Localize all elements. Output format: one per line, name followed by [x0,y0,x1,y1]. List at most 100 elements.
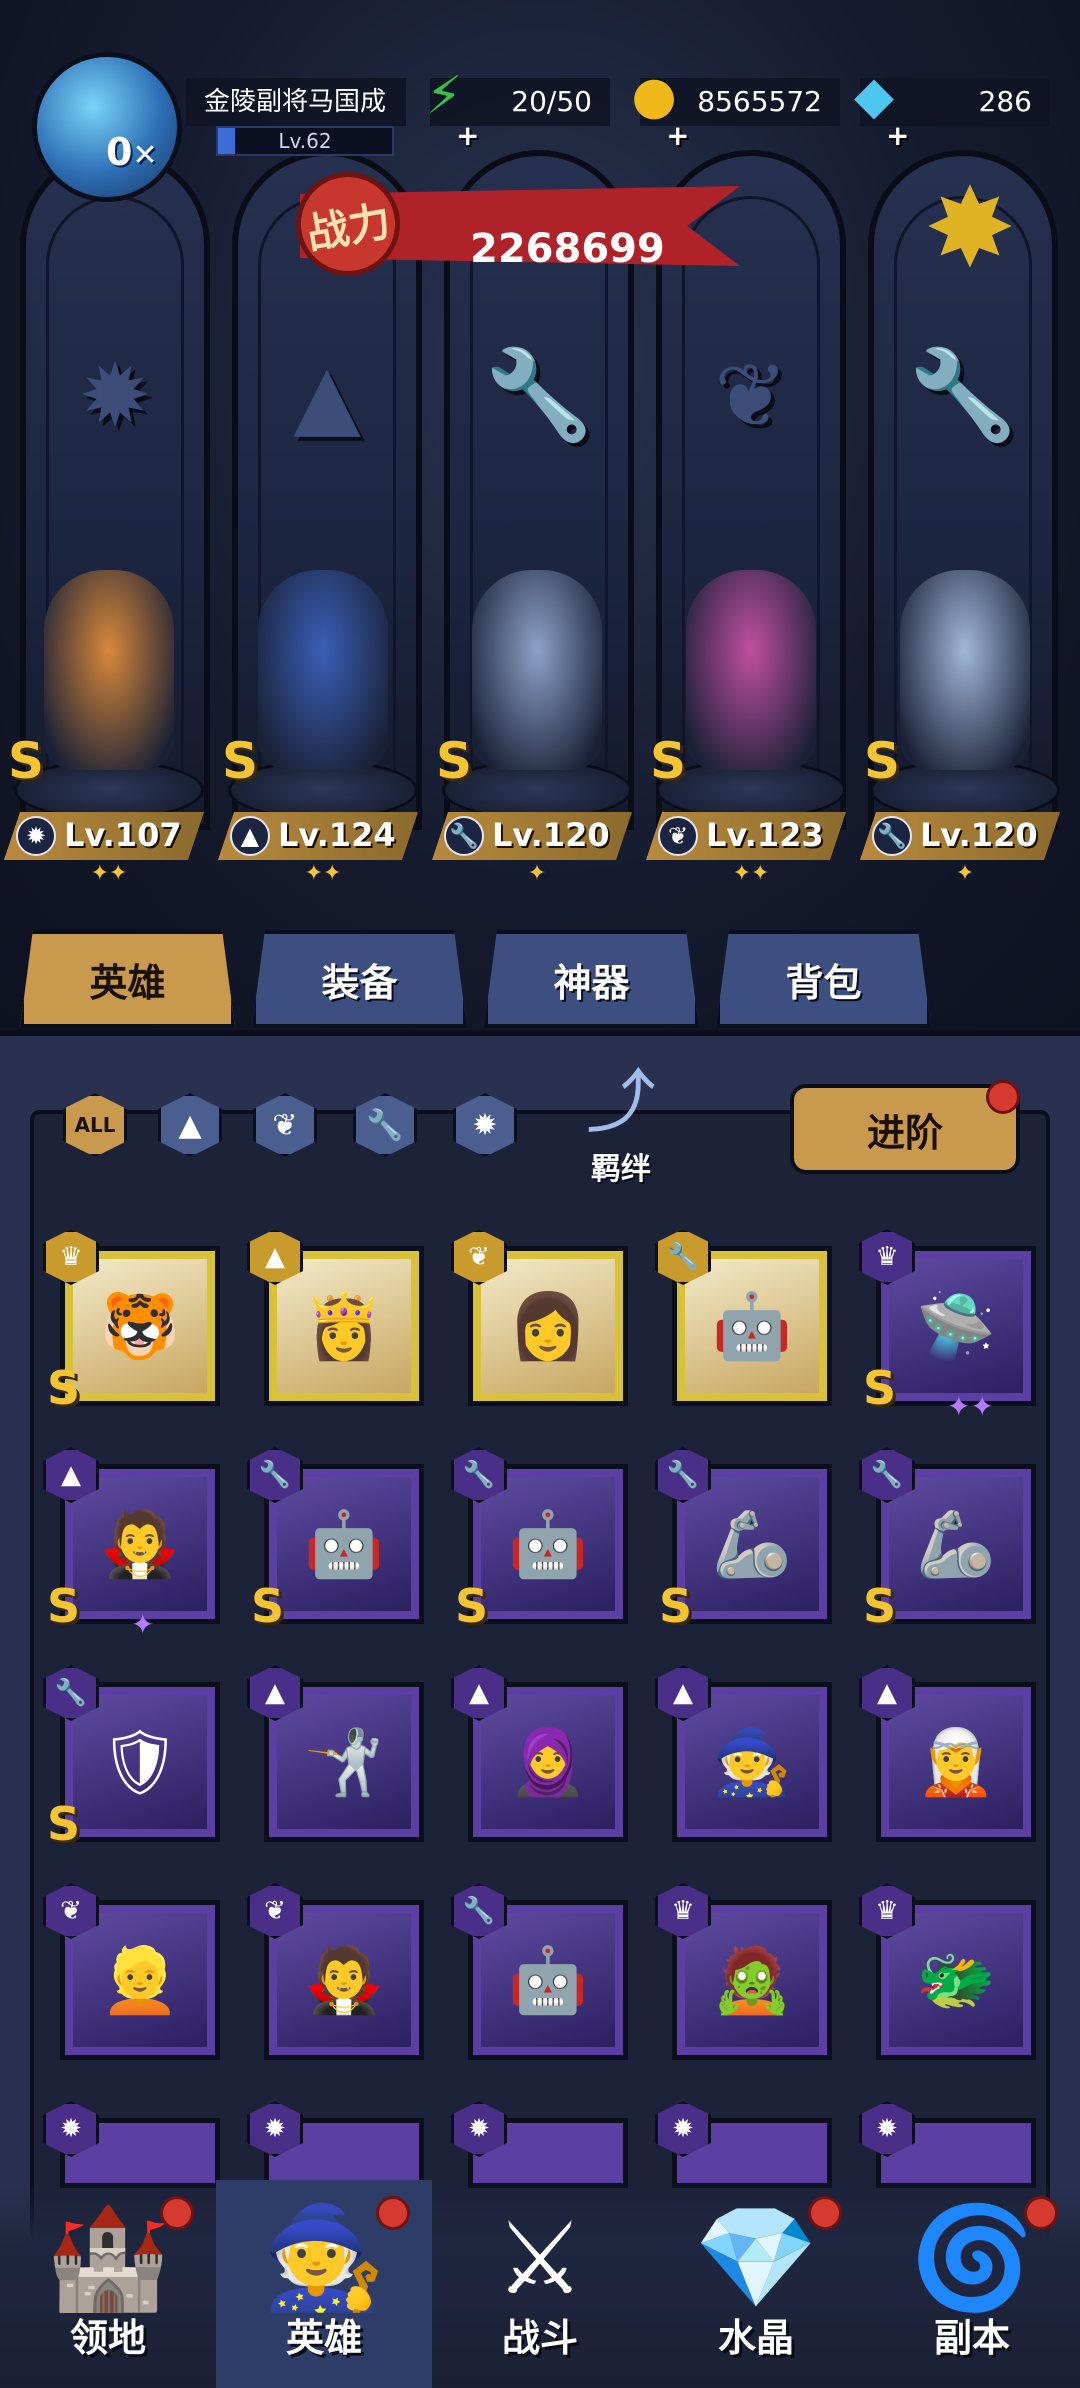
hero-rank: S [47,1579,81,1633]
hero-card[interactable]: 🦾 🔧 S [655,1447,832,1633]
hero-card[interactable]: 🧝 ▲ [859,1665,1036,1842]
hero-portrait: 🦾 [685,1477,819,1611]
gold-counter[interactable]: ● + 8565572 [631,70,840,152]
hero-card[interactable]: 🤖 🔧 [451,1883,628,2060]
hero-level: Lv.107 [64,816,182,854]
hero-portrait: 👸 [277,1259,411,1393]
player-name: 金陵副将马国成 [186,78,406,126]
hero-rank: S [650,732,687,790]
hero-portrait: 👩 [481,1259,615,1393]
hero-card[interactable]: 🛸 ♛ S ✦✦ [859,1229,1036,1423]
wrench-emblem-icon: 🔧 [908,343,1018,446]
tab-equipment[interactable]: 装备 [252,930,467,1028]
nav-label: 水晶 [717,2316,794,2360]
hero-level-plate: ▲ Lv.124 [218,812,418,860]
player-avatar-button[interactable]: 0✕ [32,52,182,222]
hero-card[interactable]: 🧛 ❦ [247,1883,424,2060]
hero-level: Lv.124 [278,816,396,854]
hero-rank: S [8,732,45,790]
tab-heroes[interactable]: 英雄 [20,930,235,1028]
beast-claw-icon: ✹ [16,816,56,856]
hero-portrait: 🤖 [685,1259,819,1393]
hero-card[interactable]: ✹ [43,2101,220,2188]
hero-portrait: 🧛 [73,1477,207,1611]
nav-label: 英雄 [285,2316,362,2360]
filter-mage[interactable]: ▲ [155,1090,225,1160]
bond-button[interactable]: ⤴ 羁绊 [556,1060,686,1187]
lineup-hero-5[interactable]: S 🔧 Lv.120 ✦ [860,560,1070,886]
hero-card[interactable]: 🦾 🔧 S [859,1447,1036,1633]
hero-card[interactable]: 🐯 ♛ S [43,1229,220,1415]
hero-card[interactable]: 🛡 🔧 S [43,1665,220,1851]
hero-card[interactable]: 👸 ▲ [247,1229,424,1406]
diamond-counter[interactable]: ◆ + 286 [854,70,1050,152]
hero-level-plate: 🔧 Lv.120 [432,812,632,860]
hero-card[interactable]: 🤖 🔧 S [247,1447,424,1633]
hero-card[interactable]: 🧟 ♛ [655,1883,832,2060]
filter-mech[interactable]: 🔧 [350,1090,420,1160]
hero-card[interactable]: 👱 ❦ [43,1883,220,2060]
hero-portrait: 🧝 [889,1695,1023,1829]
hero-portrait: 🤖 [481,1477,615,1611]
hero-star: ✦✦ [947,1390,994,1423]
hero-rank: S [455,1579,489,1633]
notification-dot [1024,2196,1058,2230]
hero-card[interactable]: 🤖 🔧 S [451,1447,628,1633]
player-level-bar: Lv.62 [216,126,394,156]
hero-portrait: 🤺 [277,1695,411,1829]
hero-card[interactable]: 🐲 ♛ [859,1883,1036,2060]
tab-backpack[interactable]: 背包 [716,930,931,1028]
hero-level-plate: ❦ Lv.123 [646,812,846,860]
hero-rank: S [864,732,901,790]
hero-rank: S [863,1579,897,1633]
hero-card[interactable]: 🧕 ▲ [451,1665,628,1842]
hero-card[interactable]: 🧙 ▲ [655,1665,832,1842]
hero-rank: S [436,732,473,790]
filter-all[interactable]: ALL [60,1090,130,1160]
player-level: Lv.62 [278,129,332,153]
hero-card[interactable]: ✹ [247,2101,424,2188]
nav-castle[interactable]: 🏰 领地 [0,2180,216,2388]
crystal-icon: 💎 [693,2199,819,2316]
hero-portrait: 🧕 [481,1695,615,1829]
hero-portrait: 🧟 [685,1913,819,2047]
hero-card[interactable]: ✹ [451,2101,628,2188]
lineup-hero-3[interactable]: S 🔧 Lv.120 ✦ [432,560,642,886]
beast-claw-emblem-icon: ✹ [78,343,152,447]
nav-portal[interactable]: 🌀 副本 [864,2180,1080,2388]
portal-icon: 🌀 [909,2199,1035,2316]
nav-sword[interactable]: ⚔ 战斗 [432,2180,648,2388]
wrench-icon: 🔧 [353,1093,417,1157]
hero-rank: S [251,1579,285,1633]
nav-wizard-hat[interactable]: 🧙 英雄 [216,2180,432,2388]
lineup-hero-4[interactable]: S ❦ Lv.123 ✦✦ [646,560,856,886]
nav-label: 副本 [933,2316,1010,2360]
tab-artifacts[interactable]: 神器 [484,930,699,1028]
hero-card[interactable]: ✹ [859,2101,1036,2188]
hero-figure [258,570,388,770]
vip-level: 0✕ [106,130,158,174]
hero-portrait: 🐯 [73,1259,207,1393]
hero-card[interactable]: 🤖 🔧 [655,1229,832,1406]
hero-stars: ✦✦ [732,861,770,886]
lineup-hero-1[interactable]: S ✹ Lv.107 ✦✦ [4,560,214,886]
hero-star: ✦ [131,1608,155,1641]
hero-portrait: 👱 [73,1913,207,2047]
wing-icon: ❦ [658,816,698,856]
hero-card[interactable]: ✹ [655,2101,832,2188]
lineup-hero-2[interactable]: S ▲ Lv.124 ✦✦ [218,560,428,886]
add-gold-icon: + [666,119,690,152]
filter-wing[interactable]: ❦ [250,1090,320,1160]
hero-stars: ✦ [955,861,975,886]
notification-dot [376,2196,410,2230]
filter-beast[interactable]: ✹ [450,1090,520,1160]
hero-portrait: 🦾 [889,1477,1023,1611]
hero-card[interactable]: 🧛 ▲ S ✦ [43,1447,220,1641]
stamina-counter[interactable]: ⚡ + 20/50 [426,70,610,152]
hero-card[interactable]: 🤺 ▲ [247,1665,424,1842]
hero-card[interactable]: 👩 ❦ [451,1229,628,1406]
nav-crystal[interactable]: 💎 水晶 [648,2180,864,2388]
hero-portrait: 🛸 [889,1259,1023,1393]
settings-gear-icon[interactable]: ✸ [910,164,1030,292]
nav-label: 领地 [69,2316,146,2360]
